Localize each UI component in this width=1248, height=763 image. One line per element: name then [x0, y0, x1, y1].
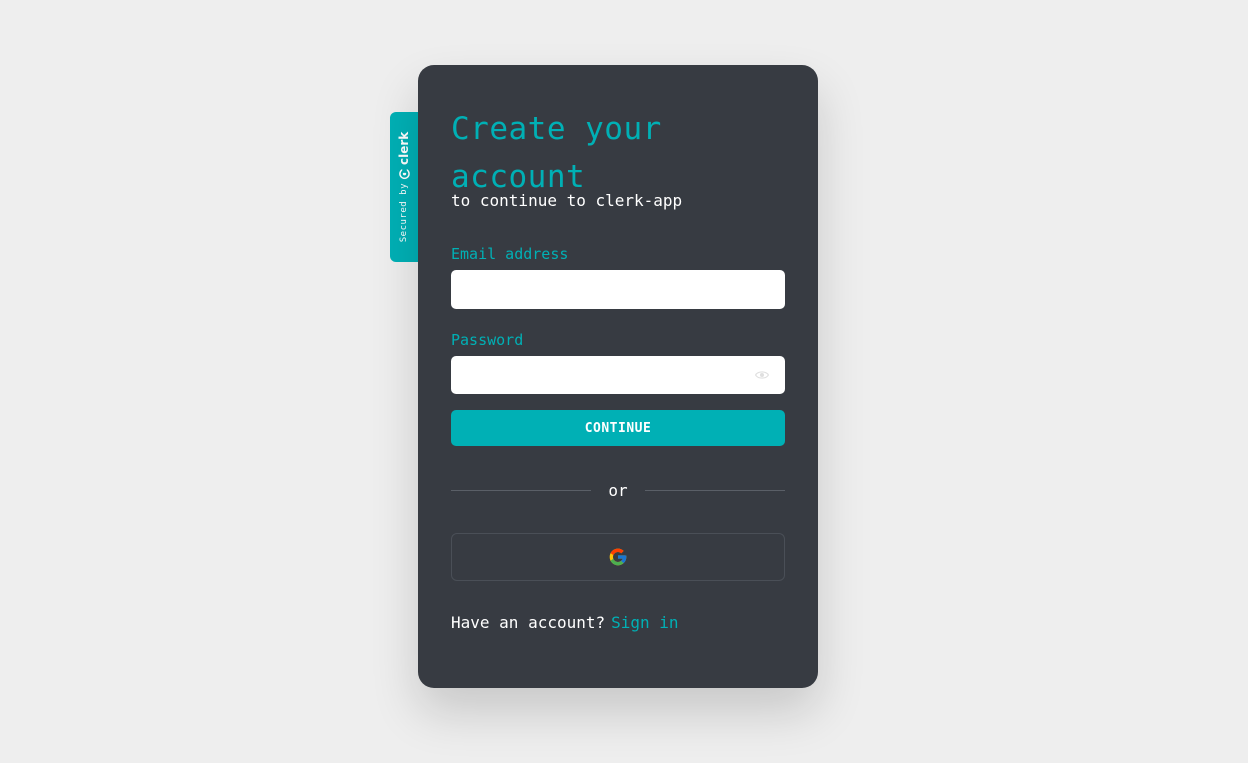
password-label: Password — [451, 331, 524, 349]
clerk-logo-text: clerk — [397, 131, 411, 165]
eye-icon[interactable] — [755, 368, 769, 382]
secured-by-text: Secured by clerk — [397, 132, 411, 243]
page-subtitle: to continue to clerk-app — [451, 191, 683, 210]
have-account-text: Have an account? — [451, 613, 606, 632]
divider-text: or — [608, 480, 628, 500]
continue-button[interactable]: CONTINUE — [451, 410, 785, 446]
password-field-wrapper — [451, 356, 785, 394]
clerk-logo-icon — [398, 167, 410, 179]
page: Secured by clerk Create your account to … — [0, 0, 1248, 763]
secured-label: Secured — [399, 200, 409, 243]
google-icon — [609, 548, 627, 566]
sign-in-link[interactable]: Sign in — [611, 613, 678, 632]
email-field[interactable] — [451, 270, 785, 309]
sign-in-prompt: Have an account? Sign in — [451, 613, 785, 633]
or-divider: or — [451, 480, 786, 500]
sign-up-card: Create your account to continue to clerk… — [418, 65, 818, 688]
google-sign-in-button[interactable] — [451, 533, 785, 581]
secured-by-clerk-badge[interactable]: Secured by clerk — [390, 112, 418, 262]
clerk-logo: clerk — [397, 132, 411, 179]
page-title: Create your account — [451, 111, 662, 195]
by-label: by — [399, 182, 409, 195]
divider-line-left — [451, 489, 592, 491]
email-label: Email address — [451, 245, 569, 263]
divider-line-right — [644, 489, 786, 491]
password-field[interactable] — [451, 356, 785, 394]
